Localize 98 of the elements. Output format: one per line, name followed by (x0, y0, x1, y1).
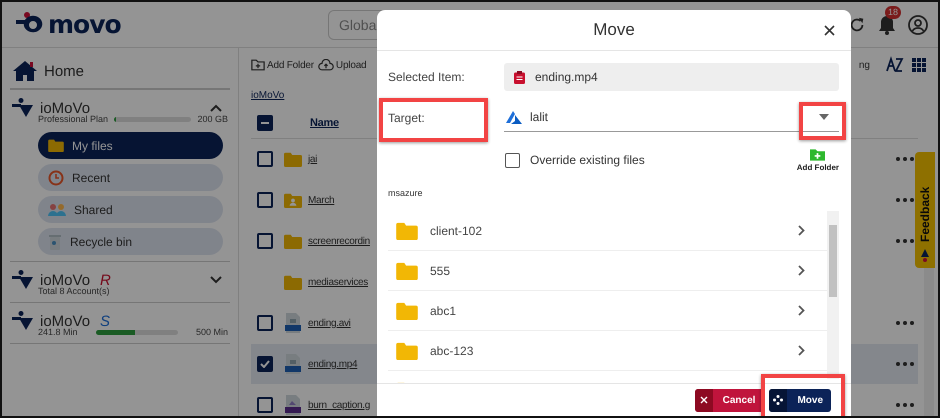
nav-item[interactable]: Shared (38, 196, 223, 223)
azure-logo-icon (506, 110, 522, 124)
account-name: ioMoVo (40, 272, 90, 288)
more-icon[interactable] (896, 239, 914, 243)
row-checkbox[interactable] (257, 356, 273, 372)
nav-item[interactable]: Recycle bin (38, 228, 223, 255)
file-name[interactable]: burn_caption.g (308, 400, 370, 410)
file-name[interactable]: ending.avi (308, 318, 351, 328)
usage-total: 500 Min (196, 327, 228, 337)
add-folder-button[interactable]: Add Folder (251, 59, 314, 71)
home-link[interactable]: Home (44, 62, 84, 80)
grid-view-icon[interactable] (912, 58, 926, 72)
more-icon[interactable] (896, 198, 914, 202)
override-checkbox[interactable] (505, 152, 520, 168)
clock-icon (48, 170, 64, 186)
move-icon (773, 395, 784, 405)
chevron-right-icon (798, 225, 805, 236)
video-file-icon (285, 354, 301, 374)
row-checkbox[interactable] (257, 397, 273, 413)
folder-item[interactable]: abc1 (388, 291, 827, 331)
storage-total: 200 GB (197, 114, 228, 124)
people-icon (48, 202, 66, 216)
clipboard-icon (514, 70, 525, 84)
folder-item[interactable]: abc-123 (388, 331, 827, 371)
row-checkbox[interactable] (257, 192, 273, 208)
folder-item[interactable]: client-102 (388, 211, 827, 251)
account-count: Total 8 Account(s) (38, 286, 110, 296)
folder-plus-icon (251, 59, 265, 71)
account-mark: S (100, 312, 110, 330)
dropdown-arrow-icon[interactable] (819, 114, 829, 120)
selected-item-name: ending.mp4 (535, 70, 598, 84)
nav-item[interactable]: My files (38, 132, 223, 159)
move-button[interactable]: Move (769, 388, 831, 412)
folder-icon (284, 152, 302, 166)
account-logo-icon (12, 270, 34, 290)
checkmark-icon (260, 360, 270, 368)
field-label: Selected Item: (388, 70, 465, 84)
shared-folder-icon (284, 192, 302, 208)
more-icon[interactable] (896, 403, 914, 407)
select-all-checkbox[interactable] (257, 115, 273, 131)
cloud-upload-icon (318, 59, 334, 71)
account-name: ioMoVo (40, 100, 90, 116)
file-name[interactable]: mediaservices (308, 276, 368, 288)
chevron-right-icon (798, 345, 805, 356)
user-icon[interactable] (908, 14, 928, 34)
refresh-icon[interactable] (848, 16, 866, 34)
more-icon[interactable] (896, 321, 914, 325)
row-checkbox[interactable] (257, 151, 273, 167)
logo-icon (920, 248, 930, 262)
usage-used: 241.8 Min (38, 327, 78, 337)
close-icon[interactable] (824, 25, 835, 36)
file-name[interactable]: March (308, 194, 334, 206)
trash-icon (48, 234, 62, 250)
sort-icon[interactable] (884, 56, 904, 74)
file-name[interactable]: jai (308, 154, 318, 164)
account-mark: R (100, 272, 111, 288)
nav-item[interactable]: Recent (38, 164, 223, 191)
notification-badge: 18 (885, 6, 902, 18)
file-name[interactable]: screenrecordin (308, 236, 370, 246)
target-dropdown[interactable]: lalit (504, 103, 839, 132)
chevron-right-icon (798, 265, 805, 276)
folder-icon (284, 274, 302, 290)
logo-text: movo (48, 12, 121, 37)
feedback-tab[interactable]: Feedback (915, 152, 935, 268)
checkbox-label: Override existing files (530, 153, 645, 167)
home-icon[interactable] (12, 60, 38, 82)
column-header[interactable]: Name (310, 117, 339, 129)
location-label: msazure (388, 188, 424, 198)
more-icon[interactable] (896, 157, 914, 161)
folder-plus-icon (810, 148, 826, 161)
folder-icon (284, 234, 302, 248)
toolbar-label: ng (858, 60, 870, 70)
dialog-title: Move (593, 20, 635, 40)
upload-button[interactable]: Upload (318, 59, 366, 71)
folder-icon (396, 222, 418, 240)
folder-item[interactable]: 555 (388, 251, 827, 291)
video-file-icon (285, 313, 301, 333)
close-icon (700, 396, 708, 404)
chevron-down-icon[interactable] (210, 276, 222, 284)
chevron-up-icon[interactable] (210, 104, 222, 112)
add-folder-button[interactable]: Add Folder (796, 148, 839, 172)
bell-icon[interactable] (878, 14, 896, 34)
chevron-right-icon (798, 305, 805, 316)
folder-icon (48, 139, 64, 152)
account-logo-icon (12, 311, 34, 331)
plan-name: Professional Plan (38, 114, 108, 124)
folder-icon (396, 342, 418, 360)
target-value: lalit (530, 110, 548, 124)
folder-icon (396, 302, 418, 320)
account-name: ioMoVo (40, 312, 90, 330)
account-logo-icon (12, 98, 34, 118)
file-name[interactable]: ending.mp4 (308, 358, 358, 370)
row-checkbox[interactable] (257, 315, 273, 331)
more-icon[interactable] (896, 362, 914, 366)
folder-icon (396, 262, 418, 280)
row-checkbox[interactable] (257, 233, 273, 249)
field-label: Target: (388, 110, 425, 124)
image-file-icon (285, 395, 301, 415)
